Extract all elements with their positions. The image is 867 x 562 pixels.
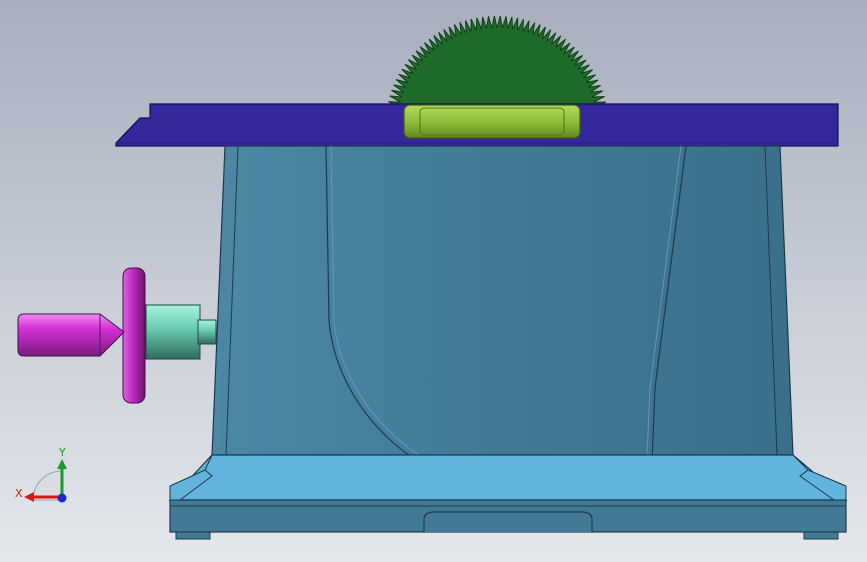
- triad-x-arrow: [24, 492, 34, 502]
- base[interactable]: [168, 454, 848, 540]
- graphics-viewport[interactable]: X Y: [0, 0, 867, 562]
- insert-plate[interactable]: [403, 104, 581, 139]
- triad-z-axis: [57, 493, 67, 503]
- triad-y-arrow: [57, 459, 67, 469]
- handwheel-knob[interactable]: [17, 313, 125, 357]
- triad-y-label: Y: [58, 446, 66, 459]
- handwheel-disc[interactable]: [122, 267, 146, 404]
- shaft[interactable]: [145, 304, 217, 360]
- housing[interactable]: [211, 145, 794, 487]
- triad-x-label: X: [15, 487, 23, 500]
- coordinate-triad: X Y: [15, 446, 67, 503]
